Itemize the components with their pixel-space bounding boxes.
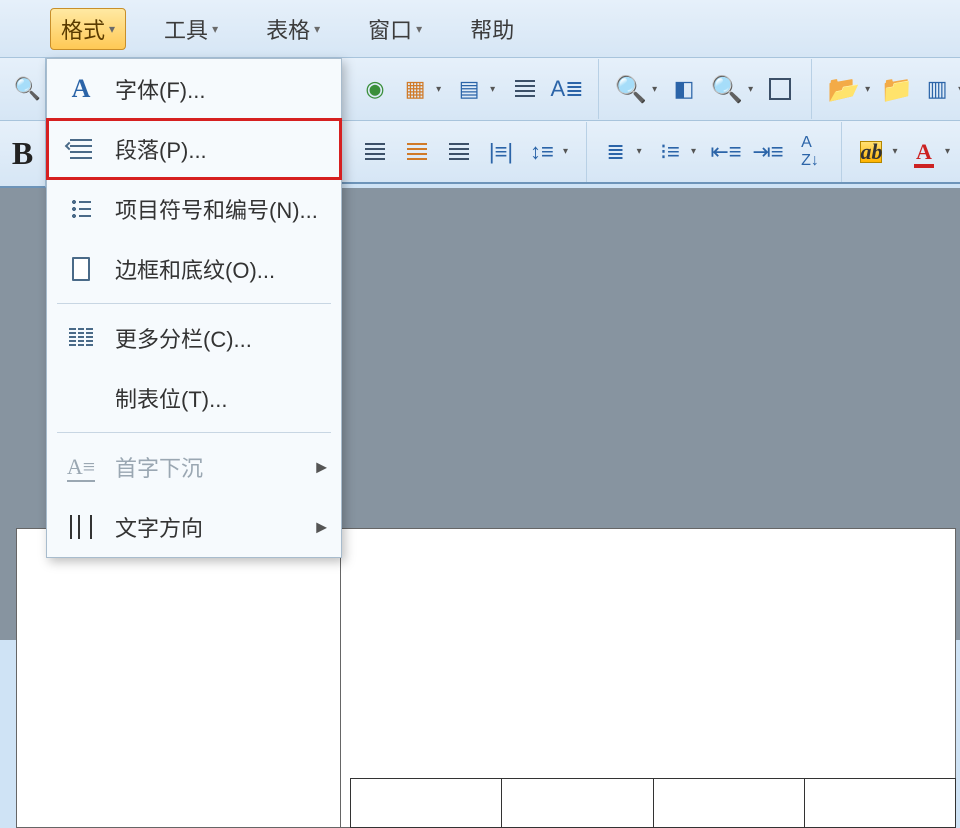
menu-item-tabs[interactable]: 制表位(T)... (47, 368, 341, 428)
increase-indent-button[interactable]: ⇥≡ (750, 134, 786, 170)
chevron-down-icon: ▾ (109, 22, 115, 36)
text-direction-icon (65, 513, 97, 541)
columns-icon (65, 324, 97, 352)
chevron-right-icon: ▶ (316, 459, 327, 476)
columns-icon (515, 80, 535, 98)
insert-grid-button[interactable]: ▤▾ (453, 71, 501, 107)
chevron-down-icon: ▾ (314, 22, 320, 36)
refresh-button[interactable]: ◉ (357, 71, 393, 107)
table-row (350, 778, 956, 828)
menu-item-paragraph-label: 段落(P)... (115, 133, 207, 165)
bullets-icon (65, 195, 97, 223)
menu-item-font[interactable]: A 字体(F)... (47, 59, 341, 119)
chevron-down-icon: ▾ (652, 84, 657, 95)
menu-item-dropcap[interactable]: A≡ 首字下沉 ▶ (47, 437, 341, 497)
menu-format-label: 格式 (61, 13, 105, 45)
menu-help[interactable]: 帮助 (460, 9, 524, 49)
highlight-icon: ab (860, 141, 882, 163)
line-spacing-button[interactable]: ↕≡▾ (525, 134, 573, 170)
chevron-down-icon: ▾ (691, 146, 696, 157)
menu-item-dropcap-label: 首字下沉 (115, 451, 203, 483)
align-center-icon (407, 143, 427, 161)
menu-tools-label: 工具 (164, 13, 208, 45)
sort-button[interactable]: AZ↓ (792, 134, 828, 170)
menu-item-columns[interactable]: 更多分栏(C)... (47, 308, 341, 368)
select-button[interactable] (762, 71, 798, 107)
align-left-button[interactable] (357, 134, 393, 170)
menu-format[interactable]: 格式 ▾ (50, 8, 126, 50)
chevron-down-icon: ▾ (436, 84, 441, 95)
menu-table-label: 表格 (266, 13, 310, 45)
insert-table-button[interactable]: ▦▾ (399, 71, 447, 107)
chevron-down-icon: ▾ (416, 22, 422, 36)
document-page-left (16, 528, 346, 828)
align-left-icon (365, 143, 385, 161)
menu-item-font-label: 字体(F)... (115, 73, 205, 105)
chevron-down-icon: ▾ (945, 146, 950, 157)
menu-window-label: 窗口 (368, 13, 412, 45)
chevron-down-icon: ▾ (892, 146, 897, 157)
folder-button[interactable]: 📁 (879, 71, 915, 107)
toolbar-cutoff-2: B (0, 121, 46, 188)
font-color-button[interactable]: A▾ (909, 134, 957, 170)
font-icon: A (65, 75, 97, 103)
chevron-down-icon: ▾ (865, 84, 870, 95)
decrease-indent-button[interactable]: ⇤≡ (708, 134, 744, 170)
menu-table[interactable]: 表格 ▾ (256, 9, 330, 49)
page-icon (65, 255, 97, 283)
more-button[interactable]: ▥▾ (921, 71, 960, 107)
grid-icon: ▤ (459, 76, 480, 102)
menu-separator (57, 432, 331, 433)
menu-item-bullets[interactable]: 项目符号和编号(N)... (47, 179, 341, 239)
chevron-down-icon: ▾ (637, 146, 642, 157)
highlight-button[interactable]: ab ▾ (855, 134, 903, 170)
menu-item-columns-label: 更多分栏(C)... (115, 322, 252, 354)
chevron-down-icon: ▾ (212, 22, 218, 36)
nav-pane-button[interactable]: ◧ (666, 71, 702, 107)
menu-window[interactable]: 窗口 ▾ (358, 9, 432, 49)
find-button[interactable]: 🔍▾ (612, 71, 660, 107)
table-icon: ▦ (405, 76, 426, 102)
menu-item-paragraph[interactable]: 段落(P)... (47, 119, 341, 179)
font-color-icon: A (916, 139, 932, 165)
menu-tools[interactable]: 工具 ▾ (154, 9, 228, 49)
chevron-right-icon: ▶ (316, 519, 327, 536)
columns-button[interactable] (507, 71, 543, 107)
align-right-icon (449, 143, 469, 161)
align-center-button[interactable] (399, 134, 435, 170)
menu-item-tabs-label: 制表位(T)... (115, 382, 227, 414)
distribute-button[interactable]: |≡| (483, 134, 519, 170)
bold-button[interactable]: B (6, 135, 39, 172)
menu-help-label: 帮助 (470, 13, 514, 45)
menu-item-textdirection-label: 文字方向 (115, 511, 203, 543)
menu-item-borders-label: 边框和底纹(O)... (115, 253, 275, 285)
chevron-down-icon: ▾ (748, 84, 753, 95)
zoom-button[interactable]: 🔍▾ (708, 71, 756, 107)
dropcap-icon: A≡ (65, 453, 97, 481)
format-menu-dropdown: A 字体(F)... 段落(P)... 项目符号和编号(N)... 边框和底纹(… (46, 58, 342, 558)
paragraph-icon (65, 135, 97, 163)
menu-item-bullets-label: 项目符号和编号(N)... (115, 193, 318, 225)
open-button[interactable]: 📂▾ (825, 71, 873, 107)
numbered-list-button[interactable]: ≣▾ (600, 134, 648, 170)
menu-item-textdirection[interactable]: 文字方向 ▶ (47, 497, 341, 557)
chevron-down-icon: ▾ (563, 146, 568, 157)
chevron-down-icon: ▾ (490, 84, 495, 95)
selection-icon (769, 78, 791, 100)
toolbar-cutoff-1: 🔍 (0, 58, 46, 121)
text-direction-button[interactable]: A≣ (549, 71, 585, 107)
menu-item-borders[interactable]: 边框和底纹(O)... (47, 239, 341, 299)
bulleted-list-button[interactable]: ⁝≡▾ (654, 134, 702, 170)
menu-separator (57, 303, 331, 304)
tabs-icon (65, 384, 97, 412)
menu-bar: 格式 ▾ 工具 ▾ 表格 ▾ 窗口 ▾ 帮助 (0, 0, 960, 58)
align-right-button[interactable] (441, 134, 477, 170)
